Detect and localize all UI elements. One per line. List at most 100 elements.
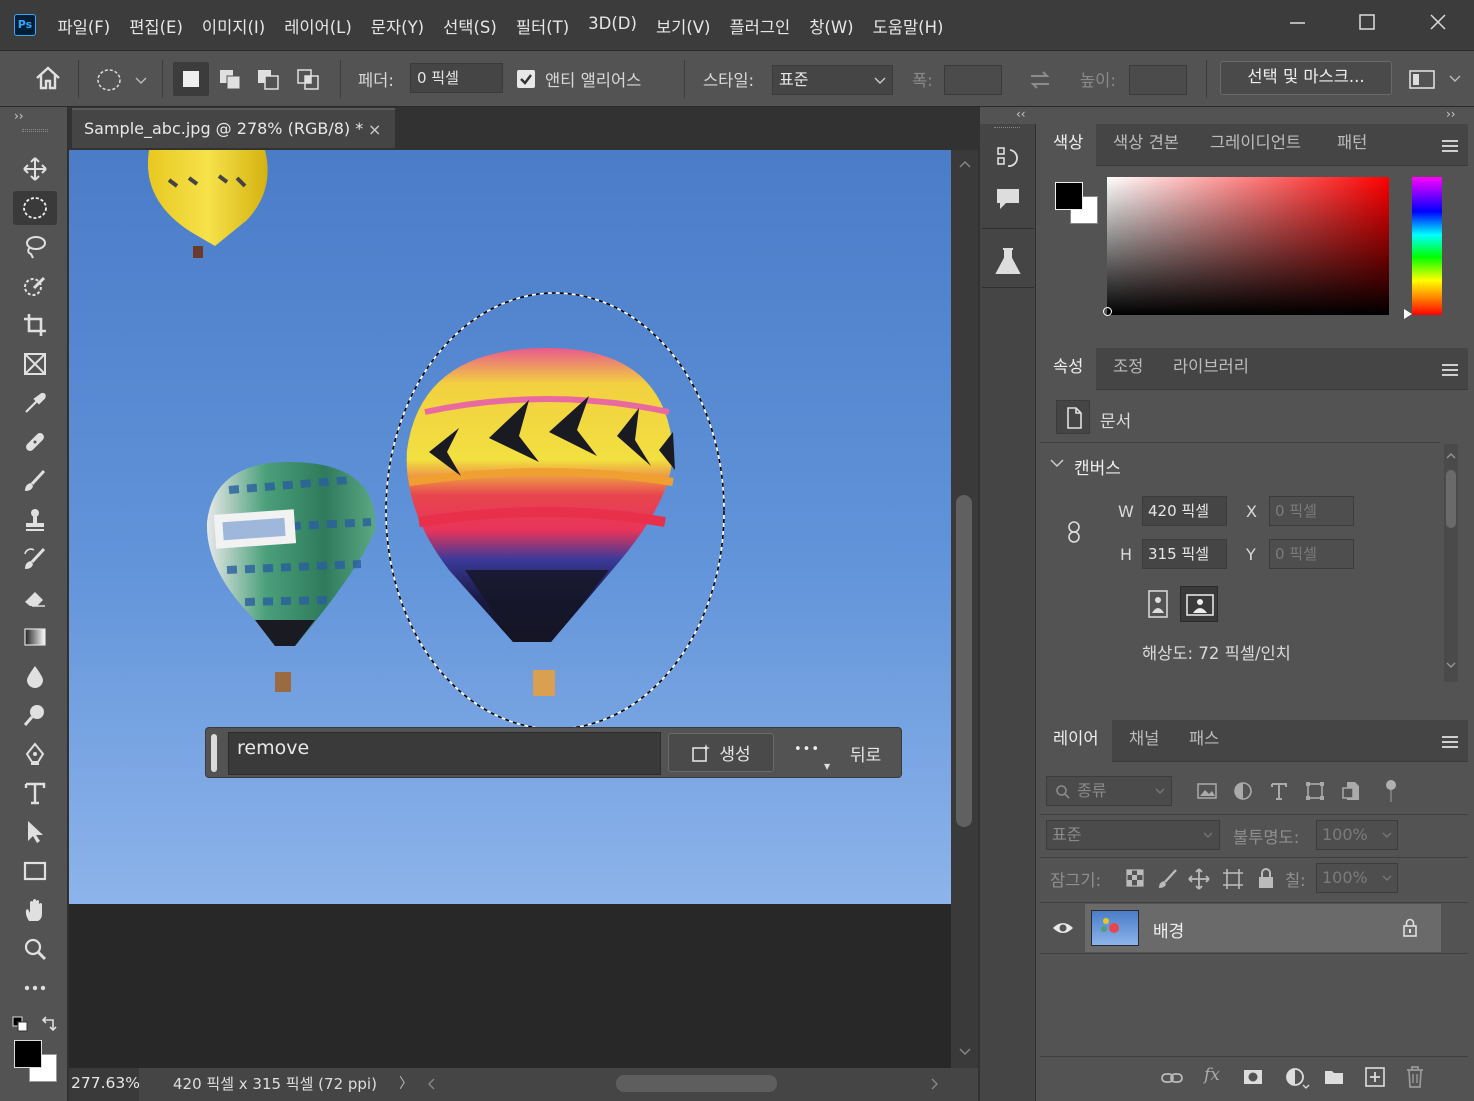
properties-panel-menu-icon[interactable] [1442, 364, 1458, 376]
landscape-orientation-icon[interactable] [1180, 586, 1218, 622]
hue-slider[interactable] [1412, 177, 1442, 315]
lock-image-pixels-icon[interactable] [1157, 868, 1179, 890]
zoom-level[interactable]: 277.63% [69, 1068, 140, 1101]
color-picker-handle[interactable] [1103, 307, 1112, 316]
history-brush-tool-icon[interactable] [13, 542, 57, 576]
filter-shape-layers-icon[interactable] [1304, 780, 1326, 802]
filter-toggle-icon[interactable] [1384, 778, 1398, 804]
menu-help[interactable]: 도움말(H) [863, 14, 953, 38]
foreground-color-swatch[interactable] [14, 1040, 42, 1068]
tab-adjustments[interactable]: 조정 [1100, 348, 1156, 390]
task-bar-grip[interactable] [211, 734, 217, 772]
layer-row-background[interactable]: 배경 [1085, 904, 1441, 952]
filter-type-layers-icon[interactable] [1268, 780, 1290, 802]
feather-input[interactable]: 0 픽셀 [410, 63, 503, 93]
menu-select[interactable]: 선택(S) [434, 14, 507, 38]
properties-scrollbar[interactable] [1444, 444, 1458, 682]
intersect-selection-button[interactable] [292, 62, 326, 96]
new-layer-icon[interactable] [1364, 1066, 1386, 1088]
lasso-tool-icon[interactable] [13, 230, 57, 264]
brush-tool-icon[interactable] [13, 464, 57, 498]
dodge-tool-icon[interactable] [13, 698, 57, 732]
menu-window[interactable]: 창(W) [800, 14, 863, 38]
close-document-icon[interactable]: × [368, 120, 381, 139]
canvas-x-input[interactable]: 0 픽셀 [1269, 496, 1354, 526]
default-colors-icon[interactable] [11, 1015, 29, 1033]
subtract-from-selection-button[interactable] [252, 62, 286, 96]
canvas-collapse-chevron-icon[interactable] [1050, 458, 1064, 468]
canvas-height-input[interactable]: 315 픽셀 [1142, 539, 1227, 569]
lock-all-icon[interactable] [1256, 867, 1276, 889]
horizontal-scroll-thumb[interactable] [616, 1075, 777, 1092]
healing-brush-tool-icon[interactable] [13, 425, 57, 459]
beta-features-icon[interactable] [992, 244, 1024, 278]
tab-swatches[interactable]: 색상 견본 [1100, 124, 1192, 166]
workspace-icon[interactable] [1398, 65, 1468, 93]
document-tab[interactable]: Sample_abc.jpg @ 278% (RGB/8) * × [72, 108, 395, 148]
menu-layer[interactable]: 레이어(L) [275, 14, 362, 38]
generative-fill-prompt-input[interactable]: remove [228, 732, 661, 775]
tab-properties[interactable]: 속성 [1040, 348, 1097, 390]
properties-scroll-thumb[interactable] [1446, 470, 1456, 528]
swap-width-height-icon[interactable] [1028, 69, 1052, 91]
move-tool-icon[interactable] [13, 152, 57, 186]
link-dimensions-icon[interactable] [1066, 520, 1082, 544]
tab-patterns[interactable]: 패턴 [1324, 124, 1380, 166]
object-selection-tool-icon[interactable] [13, 269, 57, 303]
new-selection-button[interactable] [173, 62, 209, 96]
color-panel-menu-icon[interactable] [1442, 140, 1458, 152]
collapse-panels-icon[interactable]: ›› [1446, 107, 1456, 121]
more-tools-icon[interactable] [13, 971, 57, 1005]
delete-layer-icon[interactable] [1404, 1065, 1426, 1089]
vertical-scrollbar[interactable] [951, 150, 978, 1068]
style-select[interactable]: 표준 [772, 65, 893, 95]
rectangle-tool-icon[interactable] [13, 854, 57, 888]
eraser-tool-icon[interactable] [13, 581, 57, 615]
menu-filter[interactable]: 필터(T) [506, 14, 578, 38]
layer-filter-select[interactable]: 종류 [1046, 776, 1172, 806]
menu-plugins[interactable]: 플러그인 [720, 14, 800, 38]
canvas-width-input[interactable]: 420 픽셀 [1142, 496, 1227, 526]
hand-tool-icon[interactable] [13, 893, 57, 927]
layer-name[interactable]: 배경 [1153, 917, 1184, 942]
path-selection-tool-icon[interactable] [13, 815, 57, 849]
menu-file[interactable]: 파일(F) [48, 14, 120, 38]
tab-layers[interactable]: 레이어 [1040, 720, 1112, 762]
collapse-toolbar-icon[interactable]: ›› [14, 109, 24, 123]
minimize-button[interactable] [1283, 10, 1313, 36]
width-input[interactable] [944, 65, 1002, 95]
link-layers-icon[interactable] [1160, 1067, 1184, 1089]
swap-colors-icon[interactable] [39, 1014, 59, 1034]
add-layer-mask-icon[interactable] [1242, 1066, 1264, 1088]
lock-transparent-pixels-icon[interactable] [1125, 868, 1145, 888]
home-icon[interactable] [34, 65, 62, 91]
add-layer-style-icon[interactable]: fx [1204, 1065, 1220, 1085]
pen-tool-icon[interactable] [13, 737, 57, 771]
close-window-button[interactable] [1423, 10, 1453, 36]
elliptical-marquee-tool-icon[interactable] [13, 191, 57, 225]
antialias-checkbox[interactable] [517, 70, 535, 88]
generate-button[interactable]: 생성 [668, 733, 774, 772]
add-to-selection-button[interactable] [214, 62, 248, 96]
filter-adjustment-layers-icon[interactable] [1232, 780, 1254, 802]
new-fill-adjustment-layer-icon[interactable] [1284, 1066, 1310, 1090]
menu-view[interactable]: 보기(V) [646, 14, 720, 38]
tab-channels[interactable]: 채널 [1116, 720, 1172, 762]
crop-tool-icon[interactable] [13, 308, 57, 342]
type-tool-icon[interactable] [13, 776, 57, 810]
lock-artboard-icon[interactable] [1222, 868, 1244, 890]
tab-libraries[interactable]: 라이브러리 [1160, 348, 1262, 390]
hue-slider-handle[interactable] [1403, 308, 1413, 320]
filter-pixel-layers-icon[interactable] [1196, 780, 1218, 802]
maximize-button[interactable] [1352, 10, 1382, 36]
collapse-strip-icon[interactable]: ‹‹ [1016, 107, 1026, 121]
color-field[interactable] [1103, 177, 1389, 316]
tab-gradients[interactable]: 그레이디언트 [1197, 124, 1314, 166]
menu-type[interactable]: 문자(Y) [361, 14, 433, 38]
height-input[interactable] [1129, 65, 1187, 95]
zoom-tool-icon[interactable] [13, 932, 57, 966]
portrait-orientation-icon[interactable] [1146, 588, 1170, 620]
tab-color[interactable]: 색상 [1040, 124, 1097, 166]
layer-visibility-eye-icon[interactable] [1052, 920, 1074, 936]
menu-image[interactable]: 이미지(I) [192, 14, 274, 38]
